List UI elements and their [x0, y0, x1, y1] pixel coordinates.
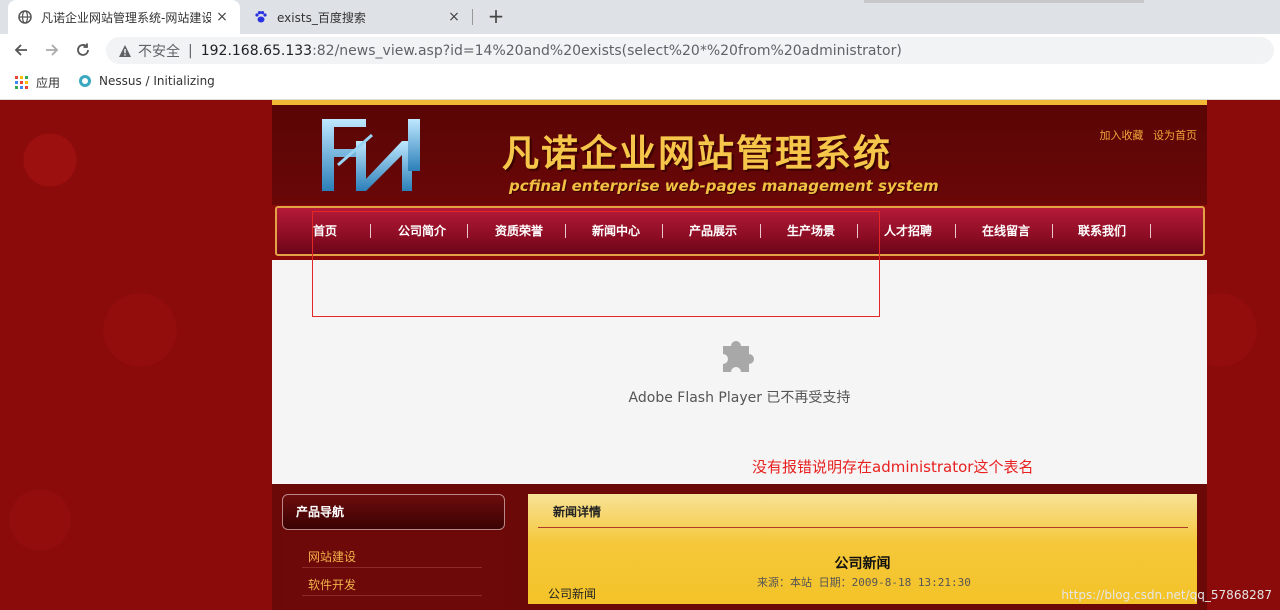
address-bar-row: 不安全 | 192.168.65.133 :82/news_view.asp?i… [0, 34, 1280, 66]
tab-title: exists_百度搜索 [277, 10, 366, 25]
bookmark-apps[interactable]: 应用 [15, 74, 60, 91]
tab-baidu[interactable]: exists_百度搜索 × [244, 0, 472, 34]
reload-icon[interactable] [72, 39, 94, 61]
news-meta: 来源：本站 日期：2009-8-18 13:21:30 [757, 576, 971, 589]
url-input[interactable]: 不安全 | 192.168.65.133 :82/news_view.asp?i… [106, 37, 1274, 64]
close-tab-icon[interactable]: × [214, 9, 230, 25]
url-path: :82/news_view.asp?id=14%20and%20exists(s… [312, 42, 902, 59]
add-favorite-link[interactable]: 加入收藏 [1100, 129, 1144, 142]
apps-grid-icon [15, 76, 28, 89]
fn-logo-icon [322, 119, 420, 191]
site-container: 凡诺企业网站管理系统 pcfinal enterprise web-pages … [272, 100, 1207, 610]
bookmark-label: 应用 [36, 76, 61, 90]
nav-guestbook[interactable]: 在线留言 [971, 208, 1041, 254]
nav-divider [1150, 224, 1151, 238]
watermark: https://blog.csdn.net/qq_57868287 [1061, 588, 1272, 602]
annotation-highlight-box [312, 211, 880, 317]
list-divider [302, 595, 482, 596]
nav-jobs[interactable]: 人才招聘 [873, 208, 943, 254]
product-nav-item[interactable]: 软件开发 [308, 576, 356, 593]
browser-tab-bar: 凡诺企业网站管理系统-网站建设 × exists_百度搜索 × + [0, 0, 1280, 34]
annotation-text: 没有报错说明存在administrator这个表名 [752, 458, 1034, 476]
page-content: 凡诺企业网站管理系统 pcfinal enterprise web-pages … [0, 100, 1280, 610]
not-secure-label: 不安全 [138, 43, 180, 60]
news-title: 公司新闻 [834, 556, 891, 572]
close-tab-icon[interactable]: × [446, 9, 462, 25]
globe-icon [18, 10, 32, 24]
tab-active[interactable]: 凡诺企业网站管理系统-网站建设 × [8, 0, 240, 34]
list-divider [302, 567, 482, 568]
nav-divider [1052, 224, 1053, 238]
new-tab-button[interactable]: + [484, 5, 508, 29]
product-nav-header: 产品导航 [282, 494, 505, 530]
nav-contact[interactable]: 联系我们 [1067, 208, 1137, 254]
forward-arrow-icon[interactable] [41, 39, 63, 61]
product-nav-item[interactable]: 网站建设 [308, 548, 356, 565]
tab-separator [472, 9, 473, 25]
product-nav-list: 网站建设 软件开发 [282, 532, 505, 610]
window-top-strip [864, 0, 1144, 3]
bookmarks-bar: 应用 Nessus / Initializing [0, 66, 1280, 100]
warning-icon[interactable] [118, 44, 132, 58]
plugin-puzzle-icon [723, 341, 754, 372]
top-links: 加入收藏 设为首页 [1094, 127, 1198, 143]
baidu-paw-icon [254, 10, 268, 24]
nav-divider [955, 224, 956, 238]
tab-title: 凡诺企业网站管理系统-网站建设 [41, 10, 211, 25]
news-body: 公司新闻 [548, 587, 597, 601]
back-arrow-icon[interactable] [10, 39, 32, 61]
address-separator: | [188, 42, 193, 59]
nessus-icon [79, 75, 91, 87]
bookmark-nessus[interactable]: Nessus / Initializing [78, 74, 215, 88]
news-divider [538, 527, 1188, 528]
site-title: 凡诺企业网站管理系统 [502, 131, 892, 175]
bookmark-label: Nessus / Initializing [99, 74, 215, 88]
set-homepage-link[interactable]: 设为首页 [1153, 129, 1197, 142]
site-header: 凡诺企业网站管理系统 pcfinal enterprise web-pages … [272, 105, 1207, 205]
flash-unsupported-message: Adobe Flash Player 已不再受支持 [628, 390, 851, 406]
url-host: 192.168.65.133 [200, 42, 313, 59]
site-subtitle: pcfinal enterprise web-pages management … [509, 177, 939, 195]
news-detail-heading: 新闻详情 [553, 505, 602, 519]
